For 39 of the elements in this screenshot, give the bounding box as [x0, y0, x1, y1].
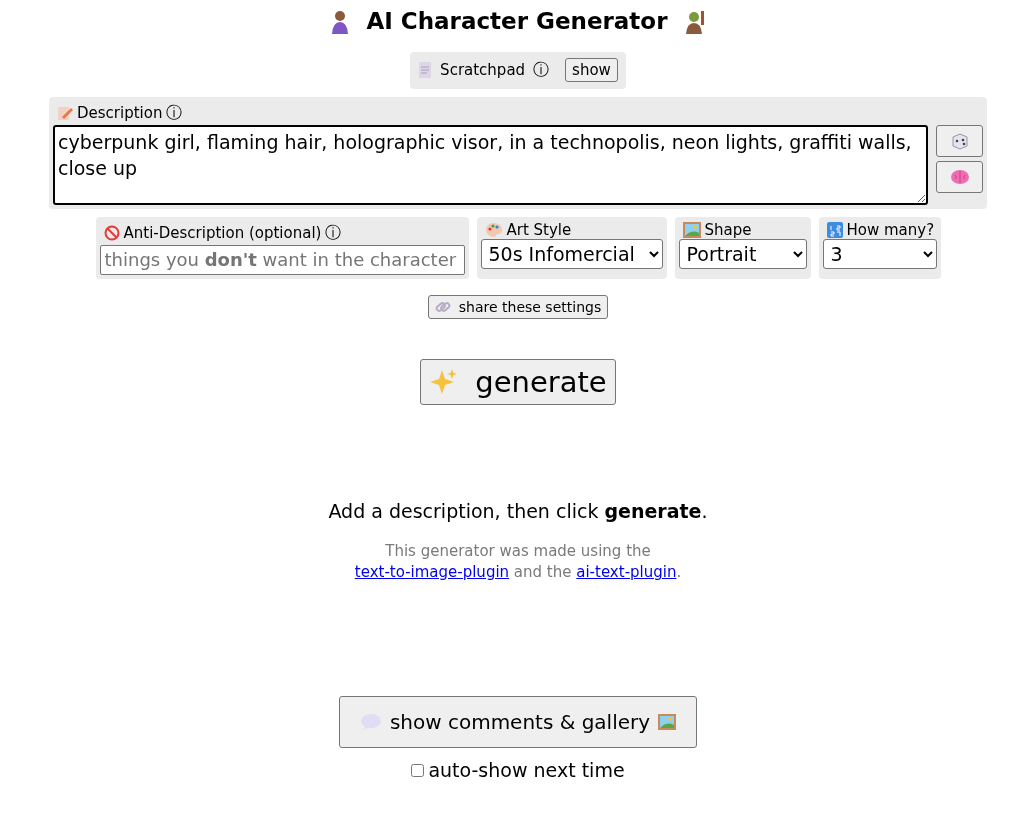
description-field[interactable]: cyberpunk girl, flaming hair, holographic visor, in a technopolis, neon lights, graffiti walls, close up [53, 124, 928, 205]
how-many-label: How many? [846, 220, 935, 239]
auto-show-label: auto-show next time [428, 758, 625, 784]
credits-text: This generator was made using the [384, 541, 652, 563]
credits-text: and the [513, 563, 572, 582]
landscape-icon [658, 714, 677, 731]
hint-text: Add a description, then click generate. [328, 498, 708, 524]
how-many-select[interactable]: 3 [822, 238, 937, 269]
comments-button[interactable]: show comments & gallery [338, 696, 698, 749]
dice-icon [949, 130, 970, 151]
page-title: AI Character Generator [366, 8, 668, 36]
landscape-icon [682, 221, 701, 238]
description-label: Description [77, 103, 163, 122]
placeholder-text: things you don't want in the character [104, 248, 457, 271]
credits-text: . [676, 563, 682, 582]
anti-description-field[interactable]: things you don't want in the character [99, 244, 465, 275]
person-icon [330, 9, 351, 34]
share-button[interactable]: share these settings [427, 294, 609, 319]
memo-icon [57, 104, 73, 121]
art-style-select[interactable]: 50s Infomercial [480, 238, 663, 269]
scratchpad-label: Scratchpad [440, 61, 526, 80]
palette-icon [484, 221, 503, 238]
plugin-link[interactable]: ai-text-plugin [576, 563, 677, 582]
info-icon[interactable]: ⓘ [533, 58, 550, 83]
brain-button[interactable] [936, 160, 983, 193]
shape-label: Shape [704, 220, 752, 239]
plugin-link[interactable]: text-to-image-plugin [354, 563, 510, 582]
figure-icon [683, 9, 706, 34]
random-button[interactable] [936, 124, 983, 157]
shape-select[interactable]: Portrait [678, 238, 807, 269]
generate-button[interactable]: generate [420, 358, 616, 405]
info-icon[interactable]: ⓘ [325, 220, 342, 245]
art-style-label: Art Style [506, 220, 572, 239]
notepad-icon [418, 61, 433, 80]
auto-show-checkbox[interactable] [411, 763, 425, 777]
anti-description-label: Anti-Description (optional) [123, 223, 322, 242]
info-icon[interactable]: ⓘ [166, 100, 183, 125]
show-button[interactable]: show [565, 58, 618, 83]
prohibited-icon [103, 224, 120, 241]
